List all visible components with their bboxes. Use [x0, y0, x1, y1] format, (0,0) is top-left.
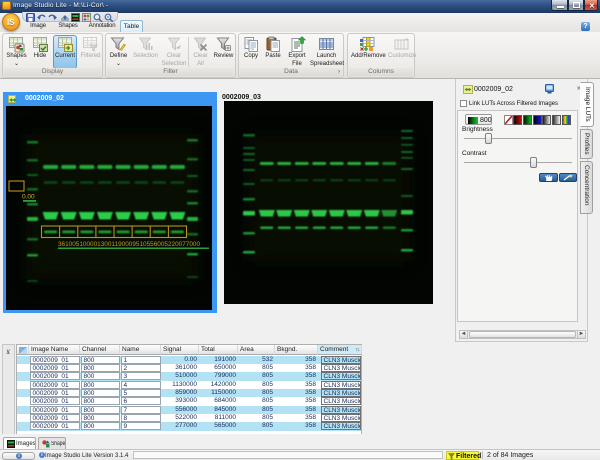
svg-text:361005100001300119000951055600: 3610051000013001190009510556005220077000: [58, 242, 201, 248]
svg-text:0.00: 0.00: [22, 194, 35, 201]
